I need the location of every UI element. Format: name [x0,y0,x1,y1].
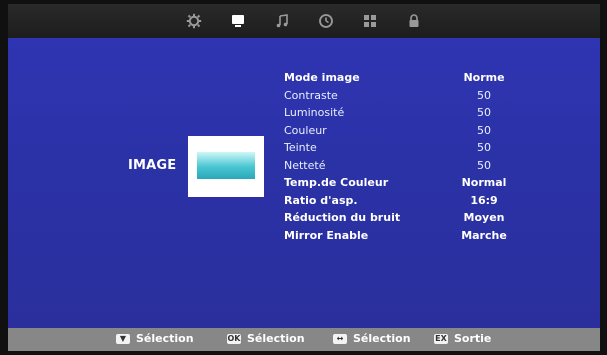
menu-item-reduction-bruit[interactable]: Réduction du bruit Moyen [284,209,524,227]
menu-item-label: Mirror Enable [284,228,369,242]
menu-item-label: Réduction du bruit [284,211,401,225]
menu-item-value: 50 [477,158,491,172]
footer-hint-bar: ▼ Sélection OK Sélection ↔ Sélection EX … [8,328,600,351]
menu-item-teinte[interactable]: Teinte 50 [284,139,524,157]
grid-icon [362,13,378,29]
tv-osd-screen: IMAGE Mode image Norme Contraste 50 Lumi… [8,4,600,351]
tab-options[interactable] [348,9,392,33]
tab-sound[interactable] [260,9,304,33]
hint-label: Sortie [454,332,492,345]
menu-item-value: 50 [477,141,491,155]
menu-item-value: Marche [461,228,507,242]
menu-item-label: Netteté [284,158,326,172]
menu-item-value: Norme [463,71,505,85]
ok-key-icon: OK [227,333,241,344]
menu-item-value: 50 [477,123,491,137]
menu-item-label: Ratio d'asp. [284,193,358,207]
hint-exit: EX Sortie [434,332,491,345]
menu-item-temp-couleur[interactable]: Temp.de Couleur Normal [284,174,524,192]
hint-ok-selection: OK Sélection [227,332,305,345]
lock-icon [406,13,422,29]
menu-item-value: 16:9 [470,193,498,207]
menu-item-ratio-asp[interactable]: Ratio d'asp. 16:9 [284,192,524,210]
exit-key-icon: EX [434,333,448,344]
menu-item-value: 50 [477,106,491,120]
music-note-icon [274,13,290,29]
menu-item-label: Luminosité [284,106,345,120]
clock-icon [318,13,334,29]
tab-time[interactable] [304,9,348,33]
menu-item-label: Contraste [284,88,338,102]
monitor-icon [230,13,246,29]
image-preview-gradient [197,152,255,179]
tab-lock[interactable] [392,9,436,33]
hint-updown-selection: ▼ Sélection [116,332,194,345]
menu-item-value: Moyen [463,211,505,225]
hint-label: Sélection [247,332,305,345]
updown-key-icon: ▼ [116,333,130,344]
tab-strip [8,4,600,38]
leftright-key-icon: ↔ [333,333,347,344]
menu-item-mirror-enable[interactable]: Mirror Enable Marche [284,227,524,245]
tab-image[interactable] [216,9,260,33]
menu-item-label: Couleur [284,123,327,137]
tab-settings[interactable] [172,9,216,33]
menu-item-mode-image[interactable]: Mode image Norme [284,69,524,87]
image-preview-thumbnail [188,136,264,197]
hint-leftright-selection: ↔ Sélection [333,332,411,345]
top-tab-bar [8,4,600,38]
menu-item-nettete[interactable]: Netteté 50 [284,157,524,175]
menu-item-luminosite[interactable]: Luminosité 50 [284,104,524,122]
section-title: IMAGE [128,158,177,173]
hint-label: Sélection [136,332,194,345]
hint-label: Sélection [353,332,411,345]
gear-icon [186,13,202,29]
menu-item-couleur[interactable]: Couleur 50 [284,122,524,140]
menu-item-value: 50 [477,88,491,102]
menu-item-contraste[interactable]: Contraste 50 [284,87,524,105]
menu-item-label: Temp.de Couleur [284,176,389,190]
menu-item-label: Mode image [284,71,360,85]
menu-item-value: Normal [461,176,507,190]
image-settings-menu: Mode image Norme Contraste 50 Luminosité… [284,69,524,244]
menu-item-label: Teinte [284,141,317,155]
